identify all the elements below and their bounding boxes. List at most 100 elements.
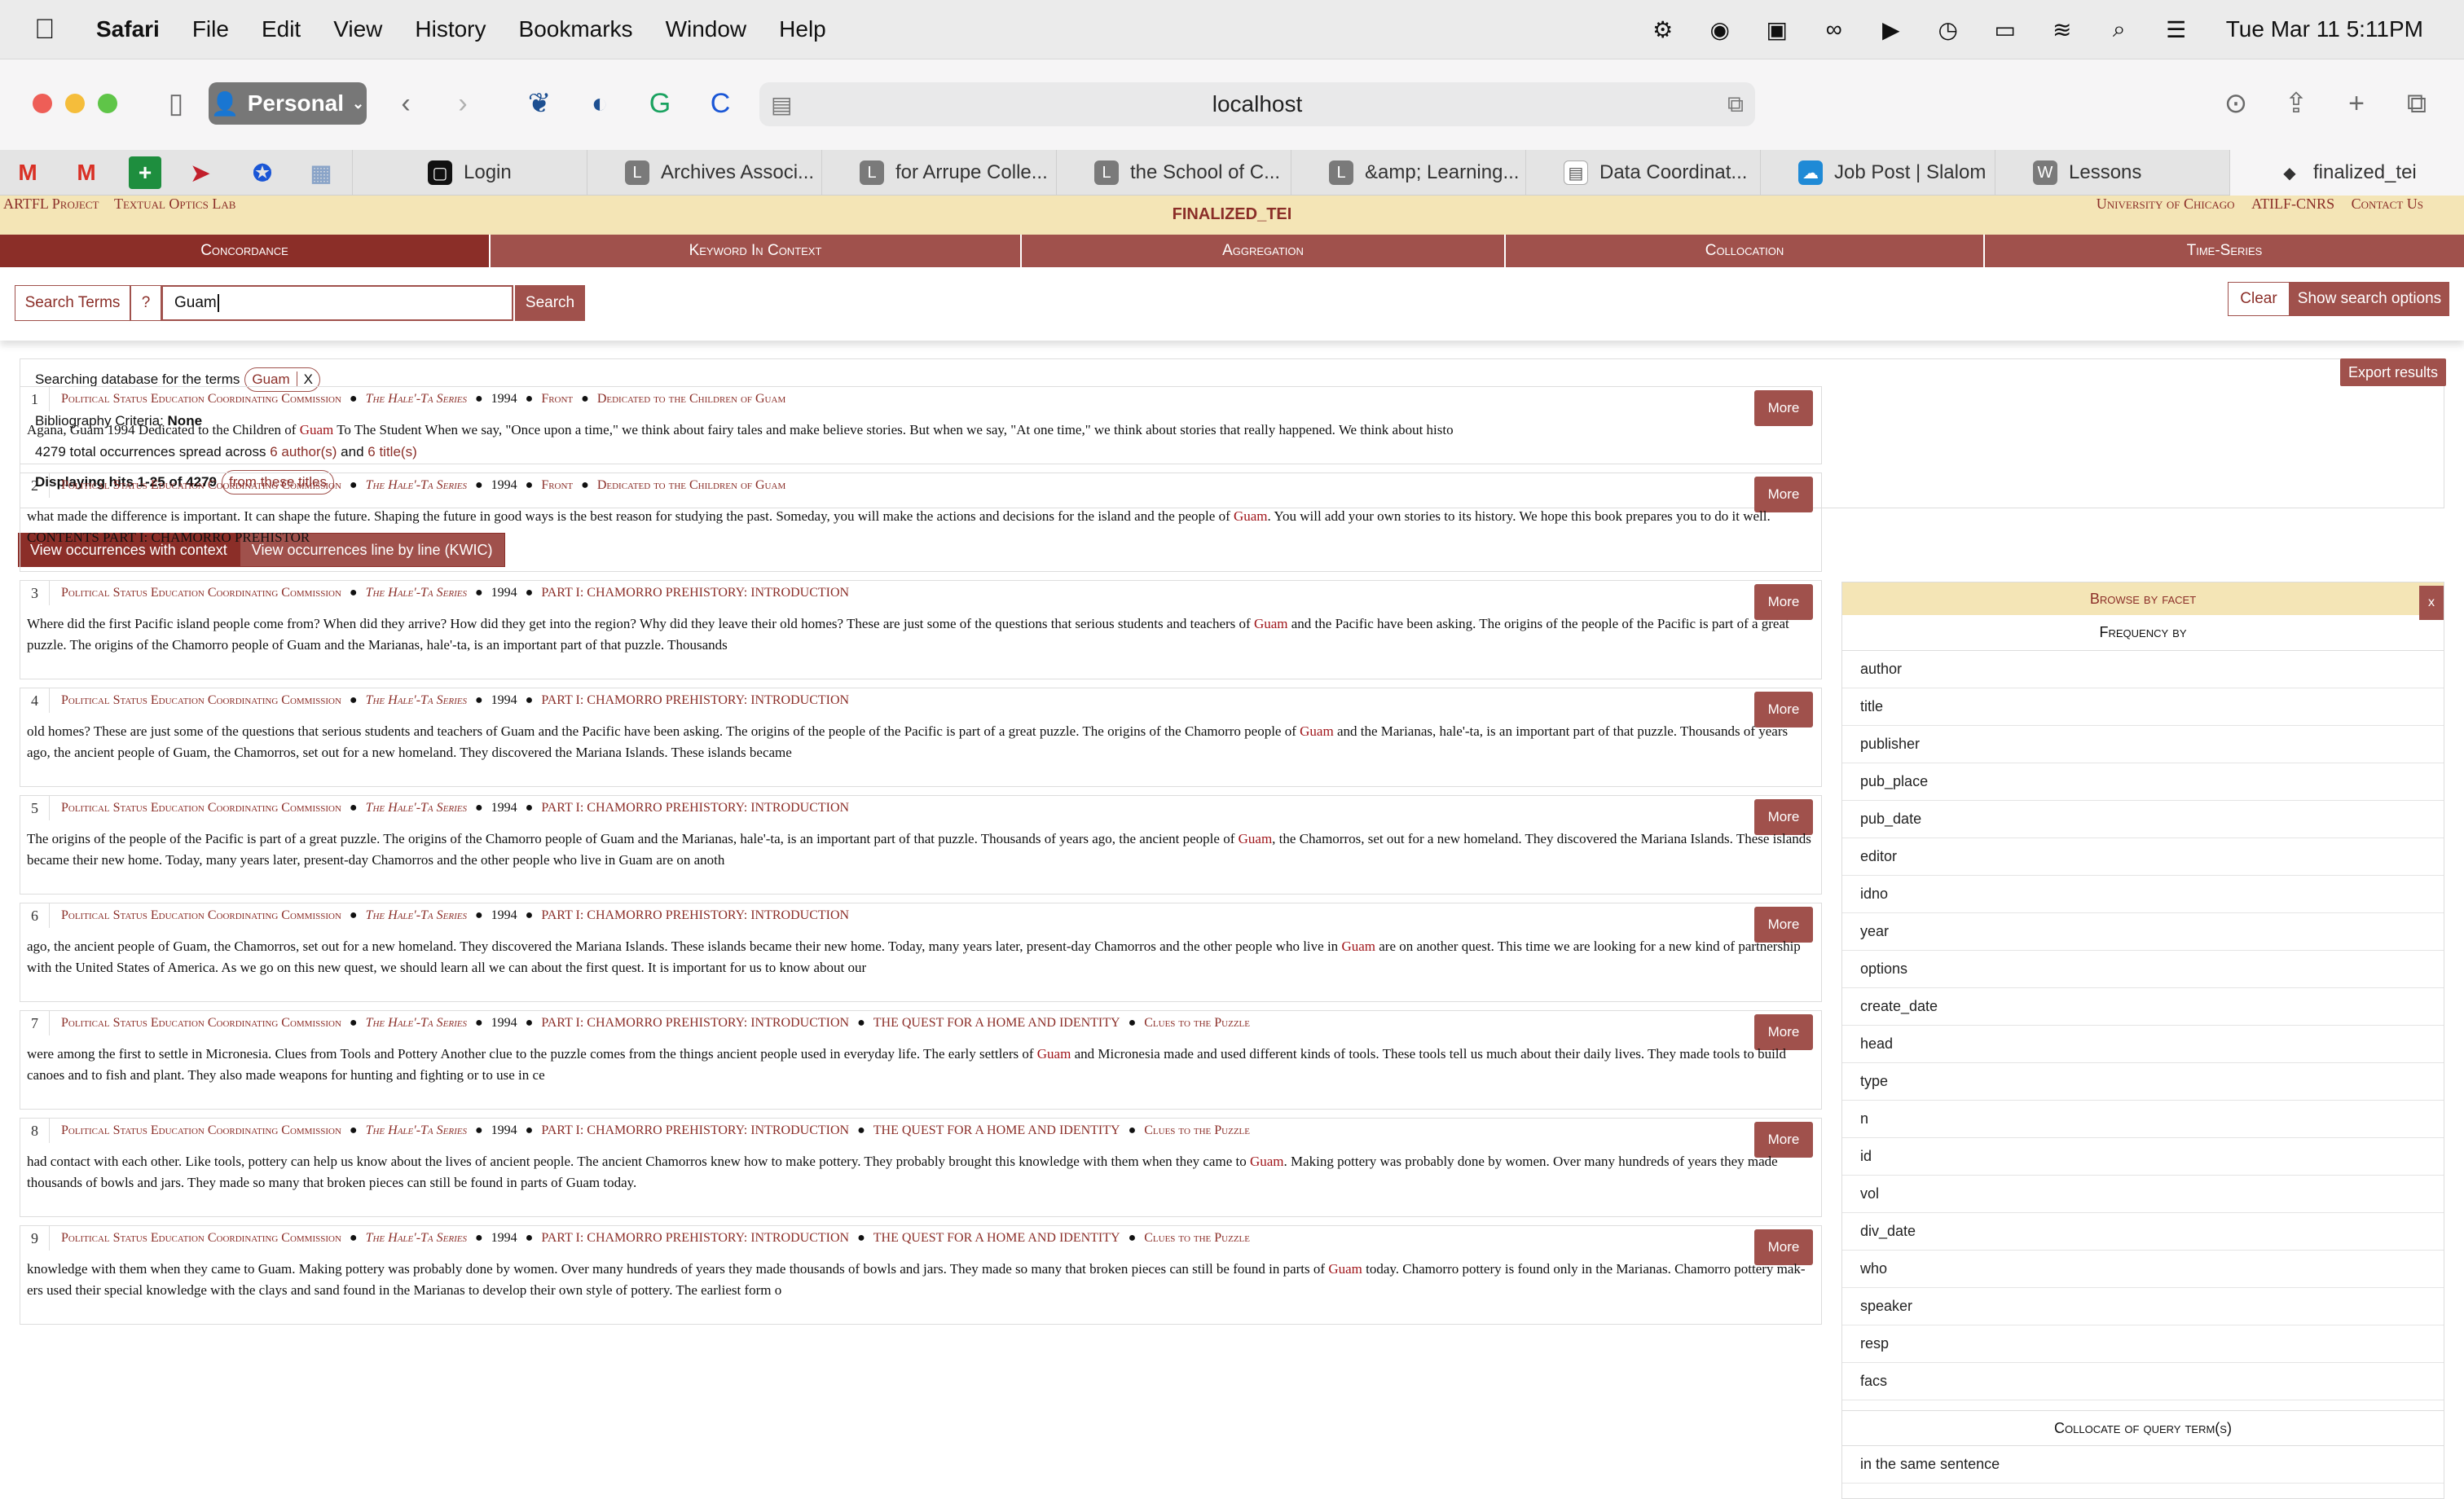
facet-head[interactable]: head [1842, 1026, 2444, 1063]
hit-term[interactable]: Guam [1254, 616, 1288, 631]
result-section[interactable]: Clues to the Puzzle [1144, 1123, 1250, 1138]
outlook-icon[interactable]: ▣ [1758, 15, 1796, 44]
result-series[interactable]: The Hale'-Ta Series [366, 586, 467, 600]
reader-icon[interactable]: ⧉ [1727, 91, 1744, 118]
result-author[interactable]: Political Status Education Coordinating … [61, 801, 341, 815]
menu-clock[interactable]: Tue Mar 11 5:11PM [2226, 16, 2423, 42]
extension-wing-icon[interactable]: ❦ [520, 84, 559, 123]
close-window-button[interactable] [33, 94, 52, 113]
result-series[interactable]: The Hale'-Ta Series [366, 801, 467, 815]
tab-archives[interactable]: L Archives Associ... [587, 150, 821, 196]
menu-help[interactable]: Help [779, 16, 826, 42]
tab-kwic[interactable]: Keyword In Context [491, 235, 1022, 267]
result-author[interactable]: Political Status Education Coordinating … [61, 392, 341, 407]
facet-title[interactable]: title [1842, 688, 2444, 726]
status-icon-1[interactable]: ⚙ [1644, 15, 1682, 44]
battery-icon[interactable]: ▭ [1987, 15, 2024, 44]
search-input[interactable]: Guam [161, 285, 513, 321]
hit-term[interactable]: Guam [1300, 723, 1334, 739]
tab-lessons[interactable]: W Lessons [1995, 150, 2229, 196]
minimize-window-button[interactable] [65, 94, 85, 113]
result-series[interactable]: The Hale'-Ta Series [366, 908, 467, 923]
menu-view[interactable]: View [333, 16, 382, 42]
facet-resp[interactable]: resp [1842, 1325, 2444, 1363]
tab-time-series[interactable]: Time-Series [1985, 235, 2464, 267]
search-icon[interactable]: ⌕ [2101, 15, 2138, 44]
facet-div-date[interactable]: div_date [1842, 1213, 2444, 1251]
tab-overview-icon[interactable]: ⧉ [2397, 84, 2436, 123]
control-center-icon[interactable]: ☰ [2158, 15, 2195, 44]
facet-pub-place[interactable]: pub_place [1842, 763, 2444, 801]
result-author[interactable]: Political Status Education Coordinating … [61, 908, 341, 923]
result-section[interactable]: PART I: CHAMORRO PREHISTORY: INTRODUCTIO… [541, 1016, 849, 1031]
show-search-options-button[interactable]: Show search options [2290, 282, 2449, 316]
tab-aggregation[interactable]: Aggregation [1022, 235, 1506, 267]
clear-button[interactable]: Clear [2228, 282, 2290, 316]
help-button[interactable]: ? [130, 285, 161, 321]
tab-login[interactable]: ▢ Login [352, 150, 587, 196]
menu-window[interactable]: Window [666, 16, 747, 42]
result-section[interactable]: THE QUEST FOR A HOME AND IDENTITY [873, 1231, 1120, 1246]
result-section[interactable]: PART I: CHAMORRO PREHISTORY: INTRODUCTIO… [541, 908, 849, 923]
result-section[interactable]: Front [541, 392, 573, 407]
facet-id[interactable]: id [1842, 1138, 2444, 1176]
result-section[interactable]: THE QUEST FOR A HOME AND IDENTITY [873, 1123, 1120, 1138]
result-section[interactable]: Clues to the Puzzle [1144, 1016, 1250, 1031]
facet-publisher[interactable]: publisher [1842, 726, 2444, 763]
share-icon[interactable]: ⇪ [2277, 84, 2316, 123]
facet-n[interactable]: n [1842, 1101, 2444, 1138]
facet-type[interactable]: type [1842, 1063, 2444, 1101]
tab-concordance[interactable]: Concordance [0, 235, 491, 267]
export-results-button[interactable]: Export results [2339, 358, 2446, 386]
forward-icon[interactable]: › [443, 84, 482, 123]
address-bar[interactable]: ▤ localhost ⧉ [759, 82, 1755, 126]
facet-year[interactable]: year [1842, 913, 2444, 951]
result-author[interactable]: Political Status Education Coordinating … [61, 586, 341, 600]
result-section[interactable]: Front [541, 478, 573, 493]
result-series[interactable]: The Hale'-Ta Series [366, 693, 467, 708]
bookmark-grid-icon[interactable]: ▦ [305, 156, 337, 189]
facet-editor[interactable]: editor [1842, 838, 2444, 876]
play-icon[interactable]: ▶ [1872, 15, 1910, 44]
hit-term[interactable]: Guam [1250, 1154, 1284, 1169]
glasses-icon[interactable]: ∞ [1815, 15, 1853, 44]
menu-file[interactable]: File [192, 16, 229, 42]
menu-history[interactable]: History [415, 16, 486, 42]
facet-facs[interactable]: facs [1842, 1363, 2444, 1400]
gmail-icon[interactable]: M [11, 156, 44, 189]
result-section[interactable]: THE QUEST FOR A HOME AND IDENTITY [873, 1016, 1120, 1031]
apple-menu-icon[interactable]:  [34, 14, 67, 46]
result-series[interactable]: The Hale'-Ta Series [366, 1016, 467, 1031]
tab-slalom[interactable]: ☁ Job Post | Slalom [1760, 150, 1995, 196]
result-section[interactable]: PART I: CHAMORRO PREHISTORY: INTRODUCTIO… [541, 693, 849, 708]
contact-link[interactable]: Contact Us [2352, 196, 2423, 212]
hit-term[interactable]: Guam [1234, 508, 1268, 524]
uchicago-link[interactable]: University of Chicago [2097, 196, 2235, 212]
remove-term-button[interactable]: X [296, 371, 314, 387]
facet-who[interactable]: who [1842, 1251, 2444, 1288]
result-section[interactable]: PART I: CHAMORRO PREHISTORY: INTRODUCTIO… [541, 1123, 849, 1138]
search-terms-label[interactable]: Search Terms [15, 285, 130, 321]
new-tab-icon[interactable]: + [2337, 84, 2376, 123]
result-author[interactable]: Political Status Education Coordinating … [61, 1016, 341, 1031]
result-section[interactable]: PART I: CHAMORRO PREHISTORY: INTRODUCTIO… [541, 801, 849, 815]
sheets-icon[interactable]: + [129, 156, 161, 189]
result-series[interactable]: The Hale'-Ta Series [366, 1231, 467, 1246]
timemachine-icon[interactable]: ◷ [1929, 15, 1967, 44]
result-author[interactable]: Political Status Education Coordinating … [61, 478, 341, 493]
facet-speaker[interactable]: speaker [1842, 1288, 2444, 1325]
hit-term[interactable]: Guam [1239, 831, 1273, 846]
gmail-icon-2[interactable]: M [70, 156, 103, 189]
hit-term[interactable]: Guam [1341, 939, 1375, 954]
extension-c-icon[interactable]: C [701, 84, 740, 123]
collocate-sentence-option[interactable]: in the same sentence [1842, 1446, 2444, 1484]
facet-vol[interactable]: vol [1842, 1176, 2444, 1213]
zoom-window-button[interactable] [98, 94, 117, 113]
hit-term[interactable]: Guam [300, 422, 334, 437]
facet-idno[interactable]: idno [1842, 876, 2444, 913]
result-section[interactable]: Dedicated to the Children of Guam [597, 392, 785, 407]
bookmark-blue-icon[interactable]: ✪ [246, 156, 279, 189]
grammarly-icon[interactable]: G [640, 84, 680, 123]
tab-collocation[interactable]: Collocation [1506, 235, 1985, 267]
result-section[interactable]: PART I: CHAMORRO PREHISTORY: INTRODUCTIO… [541, 1231, 849, 1246]
